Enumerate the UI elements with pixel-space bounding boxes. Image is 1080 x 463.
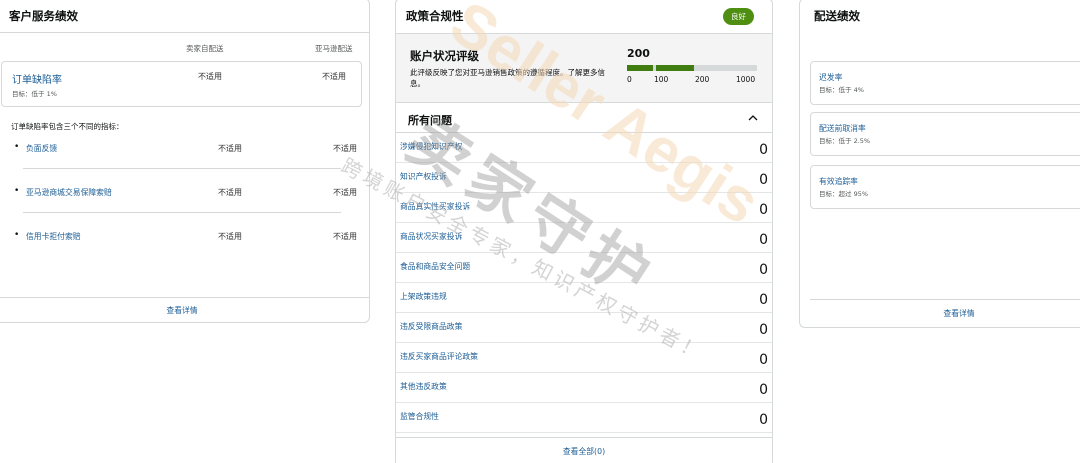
rating-tick: 200 [695, 75, 710, 84]
late-shipment-rate-link[interactable]: 迟发率 [819, 72, 842, 83]
issue-row: 知识产权投诉 0 [396, 163, 772, 193]
order-defect-rate-link[interactable]: 订单缺陷率 [12, 71, 62, 86]
account-health-rating-score: 200 [627, 47, 650, 60]
shipping-view-details-link[interactable]: 查看详情 [810, 299, 1080, 327]
issue-row: 商品状况买家投诉 0 [396, 223, 772, 253]
account-health-rating-description[interactable]: 此评级反映了您对亚马逊销售政策的遵循程度。了解更多信息。 [410, 67, 610, 89]
view-all-issues-link[interactable]: 查看全部(0) [396, 437, 772, 463]
rating-tick: 1000 [736, 75, 756, 84]
issue-row: 违反买家商品评论政策 0 [396, 343, 772, 373]
valid-tracking-rate-box: 有效追踪率 目标：超过 95% [810, 165, 1080, 209]
column-header-seller-fulfilled: 卖家自配送 [186, 44, 224, 53]
valid-tracking-rate-goal: 目标：超过 95% [819, 190, 869, 198]
policy-compliance-header: 政策合规性 良好 [396, 0, 772, 33]
customer-service-view-details-link[interactable]: 查看详情 [0, 297, 369, 322]
late-shipment-rate-goal: 目标：低于 4% [819, 86, 864, 94]
issue-label-link[interactable]: 上架政策违规 [400, 291, 447, 302]
a-to-z-claims-amazon-value: 不适用 [333, 188, 357, 197]
rating-bar-segment-low [627, 65, 653, 71]
issue-label-link[interactable]: 违反受限商品政策 [400, 321, 462, 332]
negative-feedback-seller-value: 不适用 [218, 144, 242, 153]
issue-label-link[interactable]: 知识产权投诉 [400, 171, 447, 182]
issue-count: 0 [759, 202, 768, 218]
issue-row: 监管合规性 0 [396, 403, 772, 433]
pre-fulfillment-cancel-rate-goal: 目标：低于 2.5% [819, 137, 871, 145]
issue-count: 0 [759, 232, 768, 248]
issue-row: 违反受限商品政策 0 [396, 313, 772, 343]
a-to-z-claims-link[interactable]: 亚马逊商城交易保障索赔 [26, 187, 112, 198]
rating-tick: 0 [627, 75, 632, 84]
sub-metric-row: • 信用卡拒付索赔 不适用 不适用 [11, 229, 363, 243]
issue-count: 0 [759, 172, 768, 188]
issue-count: 0 [759, 292, 768, 308]
policy-compliance-card: 政策合规性 良好 账户状况评级 此评级反映了您对亚马逊销售政策的遵循程度。了解更… [395, 0, 773, 463]
customer-service-card: 客户服务绩效 卖家自配送 亚马逊配送 订单缺陷率 目标：低于 1% 不适用 不适… [0, 0, 370, 323]
customer-service-title: 客户服务绩效 [9, 8, 78, 23]
shipping-performance-header: 配送绩效 [800, 0, 1080, 33]
account-health-rating-title: 账户状况评级 [410, 49, 479, 63]
bullet: • [14, 142, 20, 152]
account-health-rating-panel: 账户状况评级 此评级反映了您对亚马逊销售政策的遵循程度。了解更多信息。 200 … [396, 33, 772, 103]
issue-count: 0 [759, 382, 768, 398]
valid-tracking-rate-link[interactable]: 有效追踪率 [819, 176, 858, 187]
issue-label-link[interactable]: 商品真实性买家投诉 [400, 201, 470, 212]
a-to-z-claims-seller-value: 不适用 [218, 188, 242, 197]
divider [23, 212, 341, 213]
issue-count: 0 [759, 412, 768, 428]
shipping-performance-title: 配送绩效 [814, 9, 860, 23]
issue-count: 0 [759, 352, 768, 368]
sub-metric-row: • 亚马逊商城交易保障索赔 不适用 不适用 [11, 185, 363, 199]
issue-row: 涉嫌侵犯知识产权 0 [396, 133, 772, 163]
issue-label-link[interactable]: 商品状况买家投诉 [400, 231, 462, 242]
issue-row: 其他违反政策 0 [396, 373, 772, 403]
customer-service-header: 客户服务绩效 [0, 0, 369, 33]
account-health-rating-bar [627, 65, 757, 71]
column-header-amazon-fulfilled: 亚马逊配送 [315, 44, 353, 53]
bullet: • [14, 186, 20, 196]
negative-feedback-link[interactable]: 负面反馈 [26, 143, 57, 154]
issue-label-link[interactable]: 其他违反政策 [400, 381, 447, 392]
pre-fulfillment-cancel-rate-link[interactable]: 配送前取消率 [819, 123, 866, 134]
all-issues-title: 所有问题 [408, 114, 452, 127]
issue-row: 食品和商品安全问题 0 [396, 253, 772, 283]
issue-row: 商品真实性买家投诉 0 [396, 193, 772, 223]
all-issues-header[interactable]: 所有问题 [396, 103, 772, 133]
policy-compliance-title: 政策合规性 [406, 9, 464, 23]
issue-count: 0 [759, 142, 768, 158]
issue-row: 上架政策违规 0 [396, 283, 772, 313]
issue-label-link[interactable]: 违反买家商品评论政策 [400, 351, 478, 362]
column-headers: 卖家自配送 亚马逊配送 [0, 43, 369, 57]
shipping-performance-card: 配送绩效 迟发率 目标：低于 4% 配送前取消率 目标：低于 2.5% 有效追踪… [799, 0, 1080, 328]
issue-count: 0 [759, 262, 768, 278]
issue-count: 0 [759, 322, 768, 338]
order-defect-rate-box: 订单缺陷率 目标：低于 1% 不适用 不适用 [1, 61, 362, 107]
negative-feedback-amazon-value: 不适用 [333, 144, 357, 153]
chevron-up-icon[interactable] [748, 113, 758, 123]
bullet: • [14, 230, 20, 240]
odr-explanation: 订单缺陷率包含三个不同的指标： [11, 122, 124, 131]
pre-fulfillment-cancel-rate-box: 配送前取消率 目标：低于 2.5% [810, 112, 1080, 156]
order-defect-rate-target: 目标：低于 1% [12, 90, 57, 98]
odr-amazon-value: 不适用 [322, 72, 346, 81]
issue-label-link[interactable]: 涉嫌侵犯知识产权 [400, 141, 462, 152]
rating-tick: 100 [654, 75, 669, 84]
status-badge: 良好 [723, 8, 754, 25]
chargeback-claims-amazon-value: 不适用 [333, 232, 357, 241]
chargeback-claims-link[interactable]: 信用卡拒付索赔 [26, 231, 81, 242]
odr-seller-value: 不适用 [198, 72, 222, 81]
chargeback-claims-seller-value: 不适用 [218, 232, 242, 241]
late-shipment-rate-box: 迟发率 目标：低于 4% [810, 61, 1080, 105]
divider [23, 168, 341, 169]
issue-label-link[interactable]: 食品和商品安全问题 [400, 261, 470, 272]
sub-metric-row: • 负面反馈 不适用 不适用 [11, 141, 363, 155]
rating-bar-segment-mid [656, 65, 694, 71]
issue-label-link[interactable]: 监管合规性 [400, 411, 439, 422]
